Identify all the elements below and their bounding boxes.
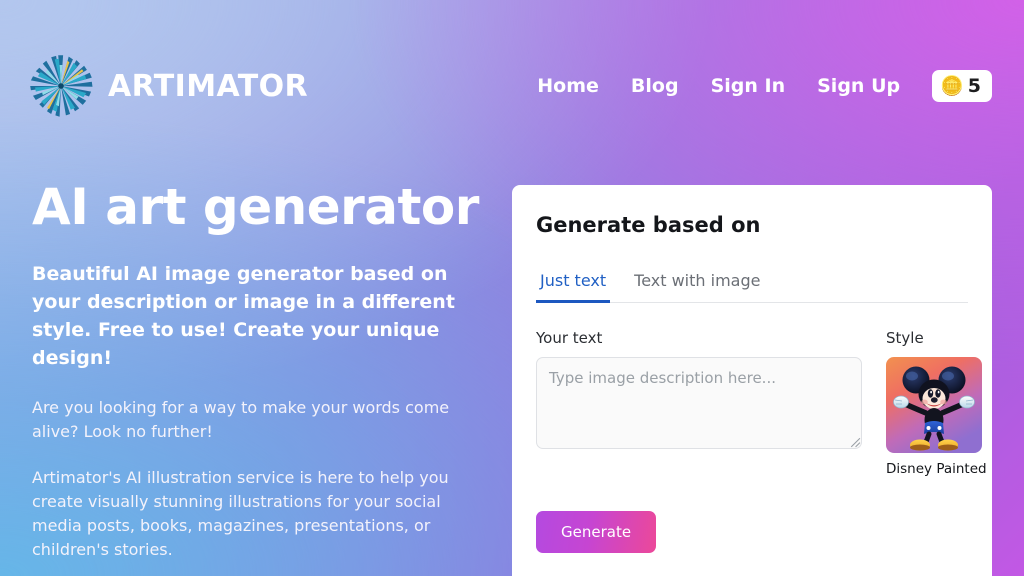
- brand-logo[interactable]: ARTIMATOR: [24, 51, 308, 121]
- nav-link-sign-up[interactable]: Sign Up: [817, 75, 900, 97]
- page-title: AI art generator: [32, 178, 479, 236]
- nav-link-home[interactable]: Home: [537, 75, 599, 97]
- textarea-wrapper: [536, 357, 862, 449]
- description-input[interactable]: [536, 357, 862, 449]
- coins-icon: 🪙: [940, 74, 964, 97]
- credits-badge[interactable]: 🪙 5: [932, 70, 992, 102]
- tab-text-with-image[interactable]: Text with image: [630, 267, 764, 303]
- nav-link-blog[interactable]: Blog: [631, 75, 679, 97]
- hero-lead-text: Beautiful AI image generator based on yo…: [32, 263, 455, 370]
- hero-paragraph-1: Are you looking for a way to make your w…: [32, 398, 450, 442]
- style-label: Style: [886, 329, 924, 347]
- style-selected-name: Disney Painted: [886, 461, 987, 477]
- disney-painted-image: [886, 357, 982, 453]
- generate-button[interactable]: Generate: [536, 511, 657, 553]
- brand-name: ARTIMATOR: [108, 68, 309, 104]
- text-field-group: Your text: [536, 329, 862, 449]
- hero-section: AI art generator Beautiful AI image gene…: [32, 180, 484, 576]
- style-field-group: Style Disney Painted: [886, 329, 987, 477]
- generator-tabs: Just text Text with image: [536, 267, 968, 303]
- credits-count: 5: [967, 75, 981, 97]
- site-header: ARTIMATOR Home Blog Sign In Sign Up 🪙 5: [0, 0, 1024, 172]
- generator-form: Your text Style: [536, 329, 987, 477]
- style-thumbnail-disney-painted[interactable]: [886, 357, 982, 453]
- your-text-label: Your text: [536, 329, 603, 347]
- tab-just-text[interactable]: Just text: [536, 267, 611, 303]
- hero-paragraph-2: Artimator's AI illustration service is h…: [32, 468, 449, 560]
- starburst-logo-icon: [30, 55, 93, 117]
- nav-link-sign-in[interactable]: Sign In: [711, 75, 786, 97]
- card-title: Generate based on: [536, 213, 761, 237]
- main-nav: Home Blog Sign In Sign Up 🪙 5: [537, 70, 992, 102]
- generator-card: Generate based on Just text Text with im…: [512, 185, 992, 576]
